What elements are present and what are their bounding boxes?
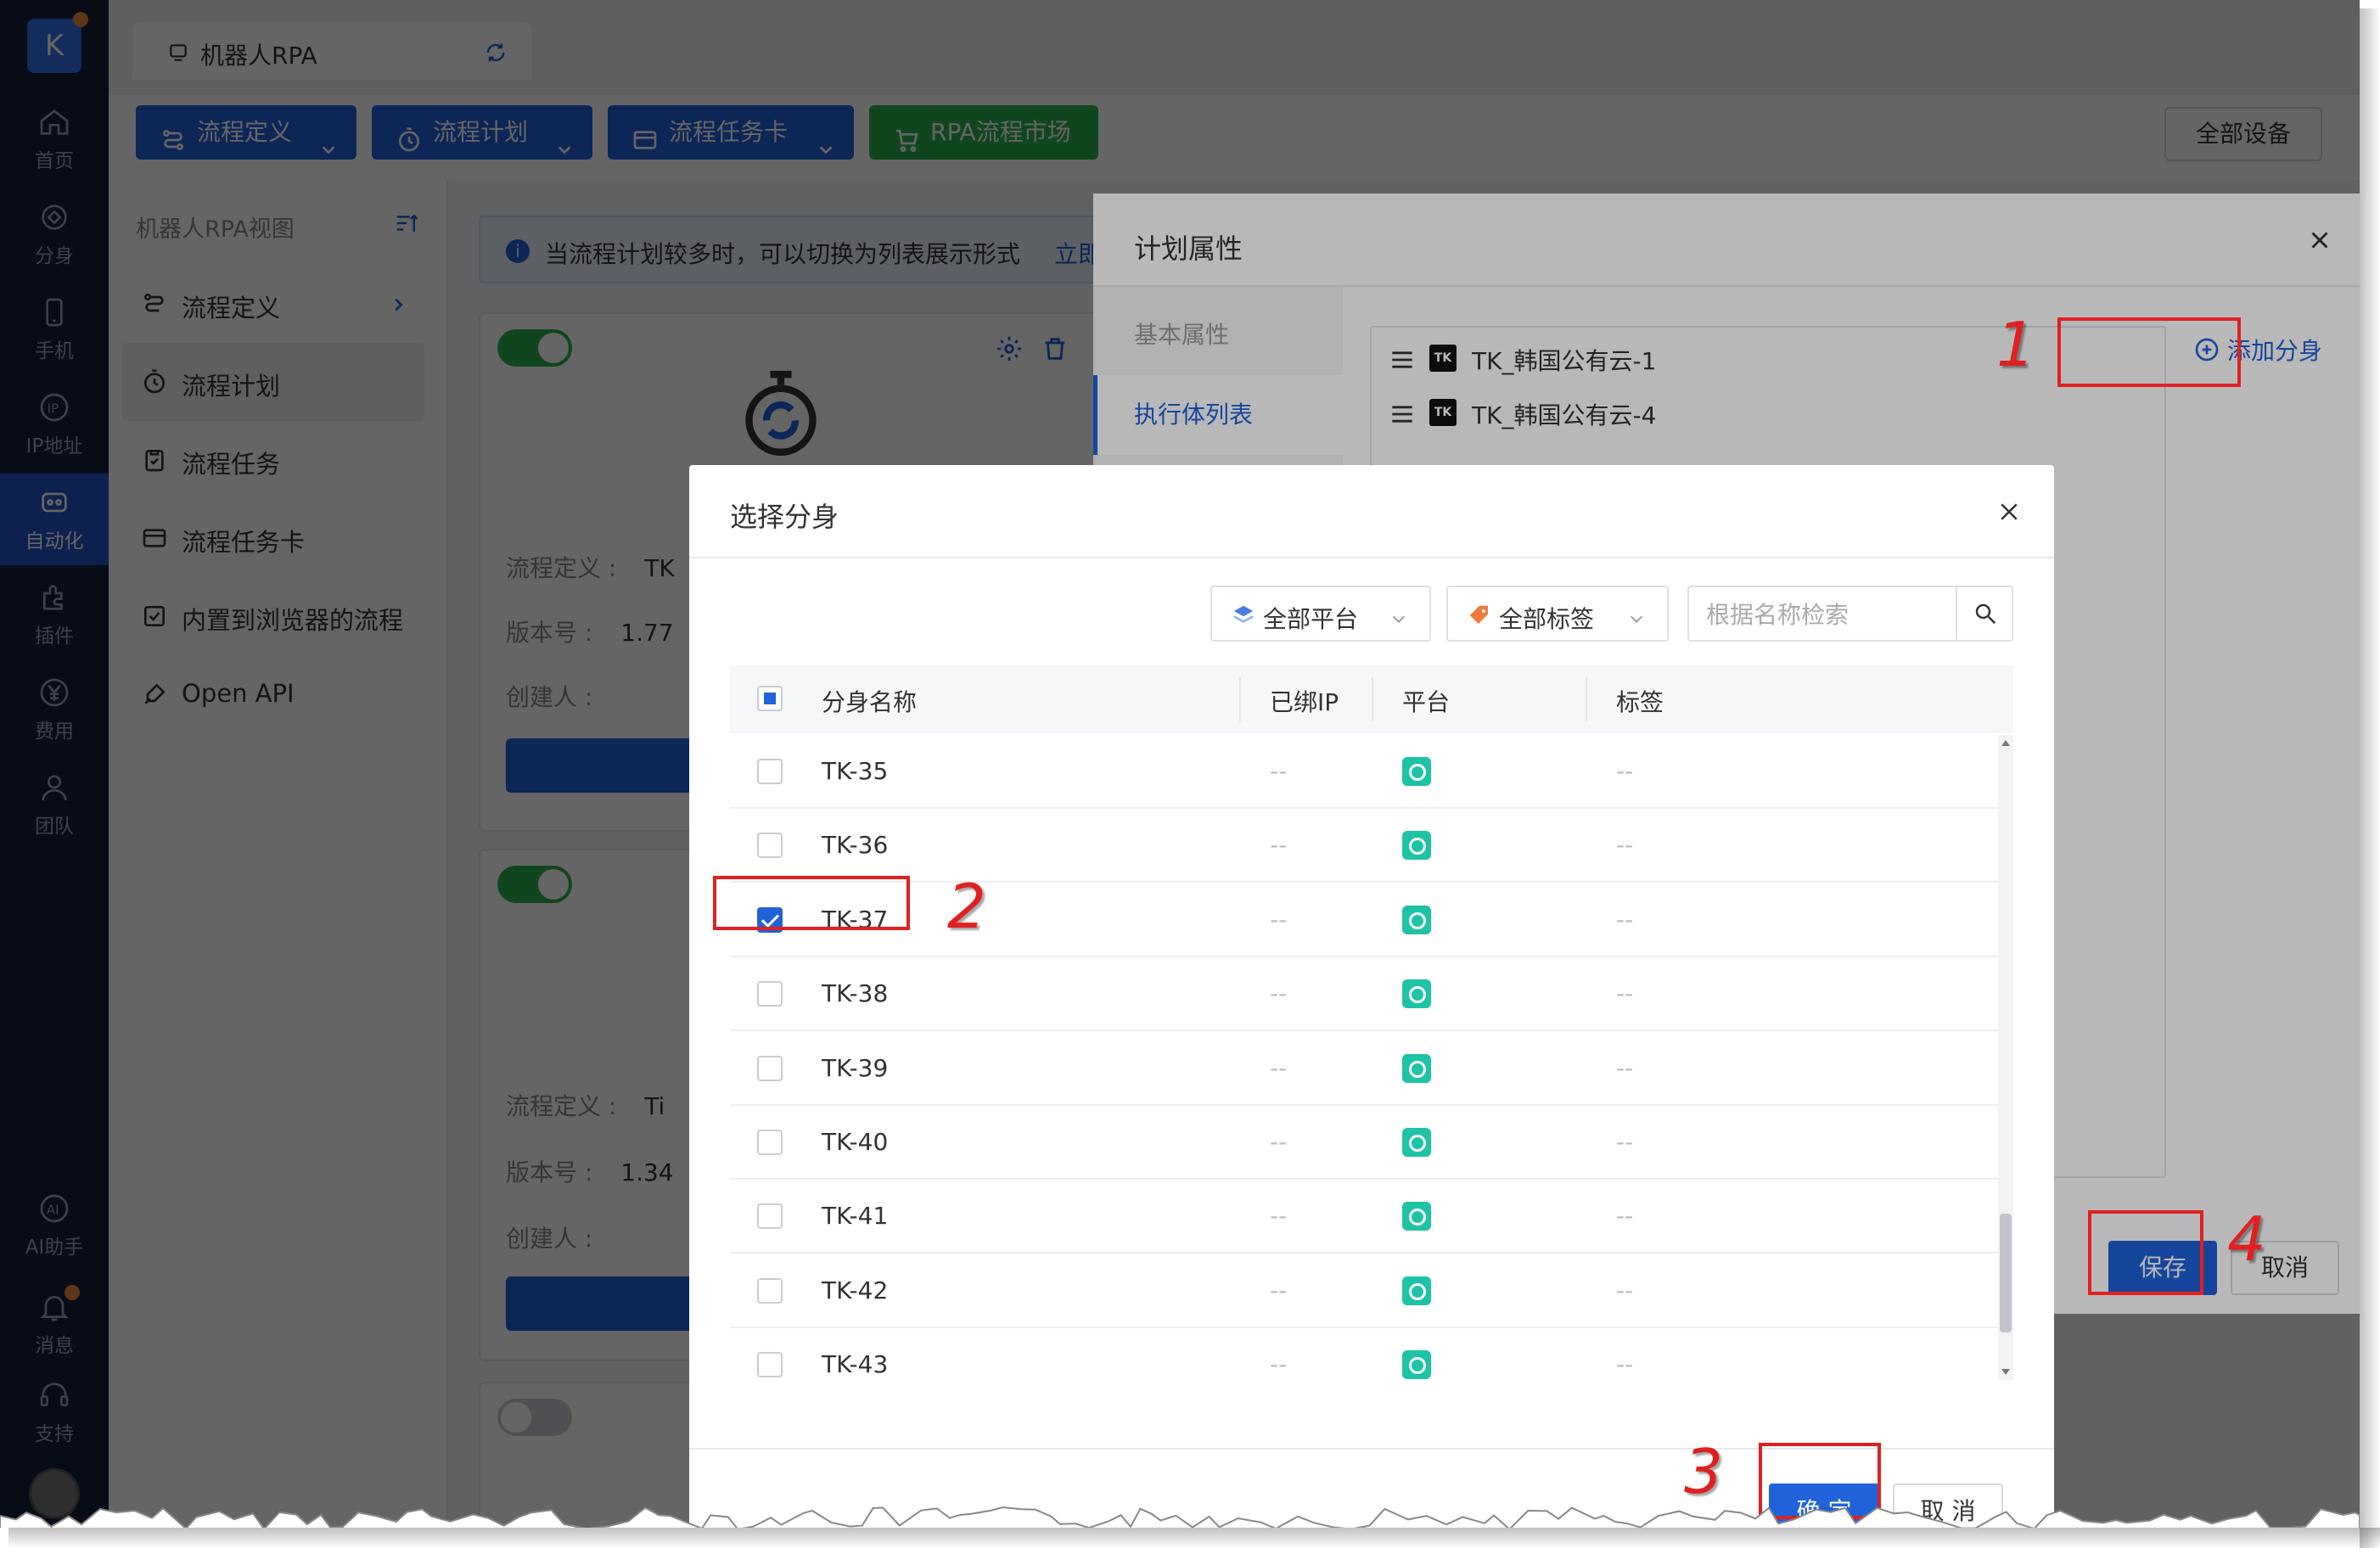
clone-tag: -- — [1616, 905, 1634, 934]
chrome-platform-icon — [1402, 1128, 1431, 1157]
tag-icon — [1467, 603, 1492, 628]
column-header-ip: 已绑IP — [1270, 688, 1339, 716]
app-window: K 首页 分身 手机 IP IP地址 自动化 插件 费用 团队 AI AI助手 … — [0, 0, 2360, 1528]
search-button[interactable] — [1956, 587, 2012, 640]
annotation-number-4: 4 — [2227, 1203, 2266, 1275]
scroll-down-icon[interactable] — [2001, 1369, 2010, 1375]
search-input[interactable] — [1706, 597, 1944, 631]
clone-name: TK-39 — [822, 1053, 889, 1082]
row-checkbox[interactable] — [757, 1203, 783, 1230]
row-checkbox[interactable] — [757, 759, 783, 784]
table-header: 分身名称 已绑IP 平台 标签 — [730, 665, 2013, 733]
table-row[interactable]: TK-36 -- -- — [730, 809, 1998, 883]
chrome-platform-icon — [1402, 831, 1431, 861]
chrome-platform-icon — [1402, 905, 1431, 934]
column-divider — [1239, 677, 1241, 721]
search-icon — [1975, 603, 1996, 625]
annotation-box-4 — [2088, 1210, 2203, 1295]
tag-select[interactable]: 全部标签 — [1446, 586, 1669, 642]
column-header-tag: 标签 — [1616, 688, 1664, 716]
row-checkbox[interactable] — [757, 981, 783, 1007]
bound-ip: -- — [1270, 1053, 1288, 1082]
row-checkbox[interactable] — [757, 1055, 783, 1081]
torn-paper-edge — [0, 1506, 2360, 1528]
clone-tag: -- — [1616, 1128, 1634, 1156]
column-header-name: 分身名称 — [822, 688, 918, 716]
scroll-up-icon[interactable] — [2001, 740, 2010, 746]
clone-name: TK-41 — [822, 1202, 889, 1231]
chrome-platform-icon — [1402, 1202, 1431, 1231]
clone-tag: -- — [1616, 1350, 1634, 1379]
scrollbar-thumb[interactable] — [2000, 1214, 2012, 1332]
select-all-checkbox[interactable] — [757, 686, 783, 711]
table-row[interactable]: TK-41 -- -- — [730, 1180, 1998, 1254]
column-header-platform: 平台 — [1402, 688, 1451, 716]
page-shadow — [2360, 8, 2380, 1548]
table-row[interactable]: TK-38 -- -- — [730, 957, 1998, 1032]
clone-tag: -- — [1616, 1053, 1634, 1082]
divider — [689, 557, 2054, 558]
annotation-number-2: 2 — [947, 871, 986, 942]
clone-name: TK-35 — [822, 757, 889, 785]
page-shadow — [8, 1528, 2380, 1548]
modal-title: 选择分身 — [730, 501, 839, 533]
row-checkbox[interactable] — [757, 1277, 783, 1304]
bound-ip: -- — [1270, 1276, 1288, 1304]
chevron-down-icon — [1389, 606, 1409, 625]
bound-ip: -- — [1270, 1350, 1288, 1379]
bound-ip: -- — [1270, 979, 1288, 1008]
tag-select-value: 全部标签 — [1499, 605, 1595, 633]
column-divider — [1372, 677, 1373, 721]
chrome-platform-icon — [1402, 1276, 1431, 1305]
clone-tag: -- — [1616, 979, 1634, 1008]
bound-ip: -- — [1270, 757, 1288, 785]
table-row[interactable]: TK-35 -- -- — [730, 735, 1998, 809]
column-divider — [1586, 677, 1587, 721]
bound-ip: -- — [1270, 831, 1288, 860]
clone-name: TK-42 — [822, 1276, 889, 1304]
clone-name: TK-40 — [822, 1128, 889, 1156]
chrome-platform-icon — [1402, 757, 1431, 786]
search-box — [1687, 586, 2013, 642]
clone-tag: -- — [1616, 757, 1634, 785]
bound-ip: -- — [1270, 905, 1288, 934]
clone-name: TK-36 — [822, 831, 889, 860]
row-checkbox[interactable] — [757, 1352, 783, 1378]
select-clone-modal: 选择分身 全部平台 全部标签 分身名称 已绑IP 平台 标签 — [689, 465, 2054, 1528]
bound-ip: -- — [1270, 1202, 1288, 1231]
platform-select-value: 全部平台 — [1263, 605, 1359, 633]
scrollbar[interactable] — [1998, 735, 2013, 1380]
clone-table-body: TK-35 -- -- TK-36 -- -- TK-37 -- -- TK-38 -- -- TK-3… — [730, 735, 2013, 1380]
table-row[interactable]: TK-39 -- -- — [730, 1032, 1998, 1106]
clone-name: TK-43 — [822, 1350, 889, 1379]
chrome-platform-icon — [1402, 1350, 1431, 1380]
clone-tag: -- — [1616, 1202, 1634, 1231]
row-checkbox[interactable] — [757, 1130, 783, 1155]
annotation-box-2 — [713, 876, 910, 930]
table-row[interactable]: TK-37 -- -- — [730, 883, 1998, 957]
clone-tag: -- — [1616, 1276, 1634, 1304]
platform-select[interactable]: 全部平台 — [1210, 586, 1431, 642]
chevron-down-icon — [1626, 606, 1647, 625]
clone-tag: -- — [1616, 831, 1634, 860]
annotation-box-1 — [2057, 317, 2241, 387]
bound-ip: -- — [1270, 1128, 1288, 1156]
table-row[interactable]: TK-42 -- -- — [730, 1254, 1998, 1328]
chrome-platform-icon — [1402, 1053, 1431, 1083]
row-checkbox[interactable] — [757, 833, 783, 859]
close-icon[interactable] — [1996, 499, 2022, 524]
chrome-platform-icon — [1402, 979, 1431, 1009]
clone-name: TK-38 — [822, 979, 889, 1008]
annotation-number-1: 1 — [1996, 309, 2035, 380]
table-row[interactable]: TK-43 -- -- — [730, 1328, 1998, 1380]
table-row[interactable]: TK-40 -- -- — [730, 1106, 1998, 1180]
layers-icon — [1231, 603, 1256, 628]
